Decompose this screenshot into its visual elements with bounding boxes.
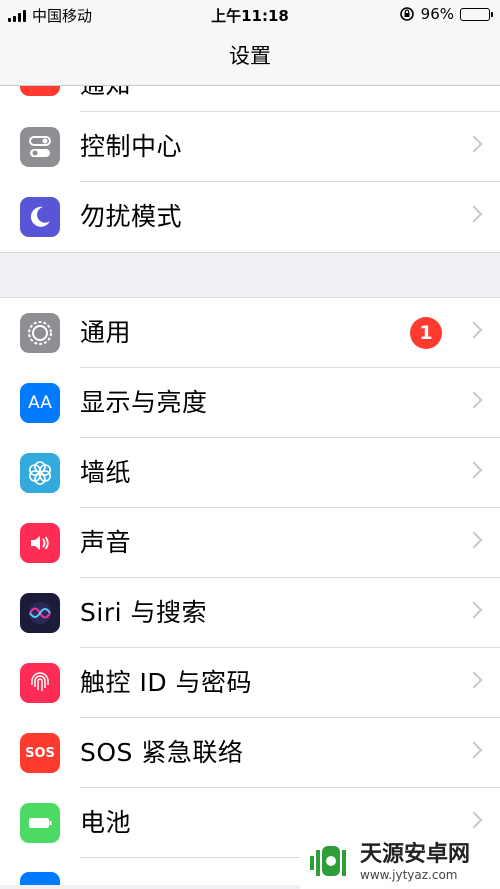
settings-item-control-center[interactable]: 控制中心 [0,112,500,182]
watermark: 天源安卓网 www.jytyaz.com [300,835,500,889]
chevron-right-icon [465,461,483,479]
notification-badge: 1 [410,317,442,349]
speaker-icon [20,523,60,563]
settings-item-label: SOS 紧急联络 [80,738,244,767]
settings-item-sounds[interactable]: 声音 [0,508,500,578]
settings-item-touch-id-passcode[interactable]: 触控 ID 与密码 [0,648,500,718]
settings-group-2: 通用 1 AA 显示与亮度 墙纸 声音 Siri 与搜索 触控 ID 与密码 S… [0,298,500,885]
settings-item-label: 勿扰模式 [80,202,183,231]
settings-item-general[interactable]: 通用 1 [0,298,500,368]
settings-item-label: Siri 与搜索 [80,598,207,627]
watermark-url: www.jytyaz.com [360,868,458,882]
chevron-right-icon [465,601,483,619]
settings-item-emergency-sos[interactable]: SOS SOS 紧急联络 [0,718,500,788]
settings-group-1: 控制中心 勿扰模式 [0,112,500,252]
sos-icon: SOS [20,733,60,773]
chevron-right-icon [465,135,483,153]
settings-item-notifications[interactable]: 通知 [0,86,500,112]
chevron-right-icon [465,391,483,409]
settings-item-label: 墙纸 [80,458,132,487]
privacy-icon [20,872,60,885]
status-right: 96% [399,5,493,23]
chevron-right-icon [465,811,483,829]
settings-list: 通知 控制中心 勿扰模式 通用 1 [0,86,500,885]
display-aa-icon: AA [20,383,60,423]
settings-item-label: 声音 [80,528,132,557]
settings-item-label: 控制中心 [80,132,183,161]
settings-item-display-brightness[interactable]: AA 显示与亮度 [0,368,500,438]
watermark-logo-icon [310,846,346,876]
notifications-icon [20,86,60,96]
battery-icon [460,7,493,21]
battery-icon [20,803,60,843]
settings-item-do-not-disturb[interactable]: 勿扰模式 [0,182,500,252]
page-title: 设置 [229,44,271,68]
settings-item-label: 触控 ID 与密码 [80,668,253,697]
chevron-right-icon [465,531,483,549]
watermark-title: 天源安卓网 [360,842,471,867]
settings-item-label: 显示与亮度 [80,388,208,417]
settings-item-wallpaper[interactable]: 墙纸 [0,438,500,508]
moon-icon [20,197,60,237]
wallpaper-flower-icon [20,453,60,493]
chevron-right-icon [465,205,483,223]
chevron-right-icon [465,741,483,759]
settings-item-label: 电池 [80,808,132,837]
battery-percent: 96% [420,5,454,23]
section-gap [0,252,500,298]
fingerprint-icon [20,663,60,703]
siri-icon [20,593,60,633]
status-bar: 中国移动 上午11:18 96% [0,0,500,28]
control-center-icon [20,127,60,167]
orientation-lock-icon [399,7,414,21]
watermark-text: 天源安卓网 www.jytyaz.com [360,842,470,882]
settings-item-label: 通知 [80,86,131,112]
settings-item-label: 通用 [80,318,132,347]
gear-icon [20,313,60,353]
chevron-right-icon [465,671,483,689]
chevron-right-icon [465,321,483,339]
nav-bar: 设置 [0,28,500,86]
settings-item-siri-search[interactable]: Siri 与搜索 [0,578,500,648]
